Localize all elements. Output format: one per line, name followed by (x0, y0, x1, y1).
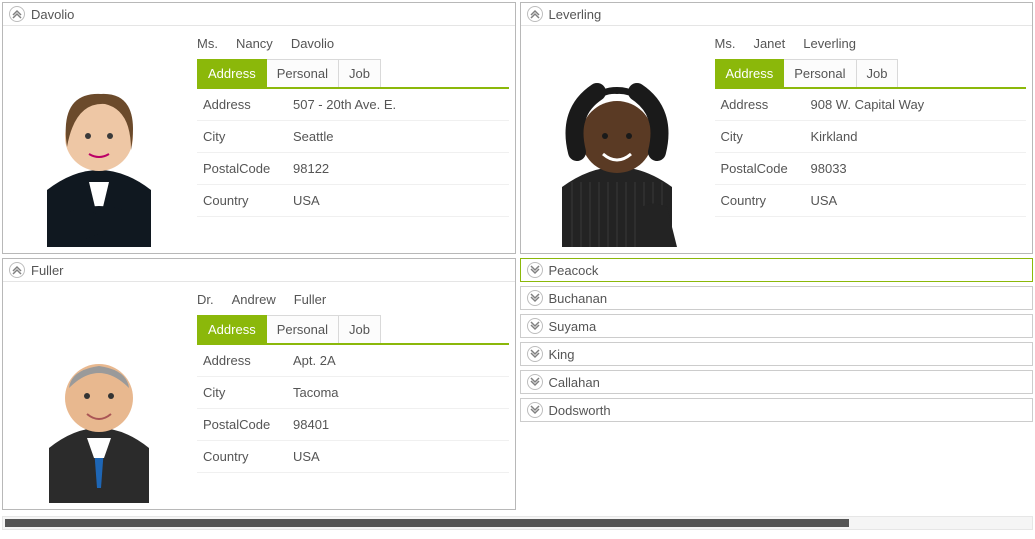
label-postal: PostalCode (197, 153, 287, 185)
accordion-header[interactable]: Callahan (521, 371, 1033, 393)
tab-address[interactable]: Address (197, 315, 267, 343)
label-country: Country (197, 441, 287, 473)
value-city: Seattle (287, 121, 509, 153)
accordion-item: Dodsworth (520, 398, 1034, 422)
scrollbar-thumb[interactable] (5, 519, 849, 527)
accordion-title: Callahan (549, 375, 600, 390)
address-grid: Address908 W. Capital Way CityKirkland P… (715, 89, 1027, 217)
accordion-title: Fuller (31, 263, 64, 278)
employee-photo (9, 288, 189, 503)
tab-job[interactable]: Job (339, 59, 381, 87)
collapse-toggle[interactable] (9, 262, 25, 278)
expand-toggle[interactable] (527, 374, 543, 390)
value-city: Kirkland (805, 121, 1027, 153)
expand-toggle[interactable] (527, 290, 543, 306)
accordion-item: Peacock (520, 258, 1034, 282)
accordion-title: Leverling (549, 7, 602, 22)
accordion-header[interactable]: Dodsworth (521, 399, 1033, 421)
label-city: City (715, 121, 805, 153)
expand-toggle[interactable] (527, 262, 543, 278)
tab-address[interactable]: Address (197, 59, 267, 87)
expand-toggle[interactable] (527, 402, 543, 418)
accordion-body: Dr. Andrew Fuller Address Personal Job A… (3, 281, 515, 509)
accordion-item: Callahan (520, 370, 1034, 394)
tab-address[interactable]: Address (715, 59, 785, 87)
collapse-toggle[interactable] (527, 6, 543, 22)
accordion-item: Buchanan (520, 286, 1034, 310)
detail-tabs: Address Personal Job (197, 315, 509, 345)
accordion-header[interactable]: Suyama (521, 315, 1033, 337)
tab-personal[interactable]: Personal (267, 315, 339, 343)
label-country: Country (197, 185, 287, 217)
accordion-container: Davolio Ms. Nancy Davolio Address Person… (2, 2, 1033, 510)
value-city: Tacoma (287, 377, 509, 409)
accordion-body: Ms. Nancy Davolio Address Personal Job A… (3, 25, 515, 253)
value-country: USA (287, 441, 509, 473)
address-grid: Address507 - 20th Ave. E. CitySeattle Po… (197, 89, 509, 217)
label-city: City (197, 377, 287, 409)
expand-toggle[interactable] (527, 346, 543, 362)
label-city: City (197, 121, 287, 153)
accordion-header[interactable]: Peacock (521, 259, 1033, 281)
accordion-item: King (520, 342, 1034, 366)
accordion-title: Peacock (549, 263, 599, 278)
value-address: 507 - 20th Ave. E. (287, 89, 509, 121)
accordion-title: King (549, 347, 575, 362)
value-postal: 98122 (287, 153, 509, 185)
accordion-item: Fuller Dr. Andrew Fuller Address Perso (2, 258, 516, 510)
accordion-header[interactable]: Fuller (3, 259, 515, 281)
tab-personal[interactable]: Personal (784, 59, 856, 87)
address-grid: AddressApt. 2A CityTacoma PostalCode9840… (197, 345, 509, 473)
detail-tabs: Address Personal Job (197, 59, 509, 89)
value-address: Apt. 2A (287, 345, 509, 377)
label-address: Address (715, 89, 805, 121)
employee-name: Ms. Nancy Davolio (197, 32, 509, 59)
detail-tabs: Address Personal Job (715, 59, 1027, 89)
accordion-header[interactable]: Buchanan (521, 287, 1033, 309)
tab-personal[interactable]: Personal (267, 59, 339, 87)
accordion-title: Suyama (549, 319, 597, 334)
accordion-header[interactable]: King (521, 343, 1033, 365)
expand-toggle[interactable] (527, 318, 543, 334)
accordion-title: Dodsworth (549, 403, 611, 418)
horizontal-scrollbar[interactable] (2, 516, 1033, 530)
accordion-header[interactable]: Davolio (3, 3, 515, 25)
accordion-title: Buchanan (549, 291, 608, 306)
employee-photo (527, 32, 707, 247)
employee-name: Ms. Janet Leverling (715, 32, 1027, 59)
label-address: Address (197, 89, 287, 121)
employee-name: Dr. Andrew Fuller (197, 288, 509, 315)
employee-photo (9, 32, 189, 247)
accordion-item: Leverling Ms. Janet Leverling Addr (520, 2, 1034, 254)
accordion-item: Suyama (520, 314, 1034, 338)
label-postal: PostalCode (197, 409, 287, 441)
label-address: Address (197, 345, 287, 377)
accordion-body: Ms. Janet Leverling Address Personal Job… (521, 25, 1033, 253)
value-country: USA (287, 185, 509, 217)
value-address: 908 W. Capital Way (805, 89, 1027, 121)
accordion-header[interactable]: Leverling (521, 3, 1033, 25)
value-postal: 98033 (805, 153, 1027, 185)
label-country: Country (715, 185, 805, 217)
value-country: USA (805, 185, 1027, 217)
collapse-toggle[interactable] (9, 6, 25, 22)
value-postal: 98401 (287, 409, 509, 441)
label-postal: PostalCode (715, 153, 805, 185)
accordion-item: Davolio Ms. Nancy Davolio Address Person… (2, 2, 516, 254)
tab-job[interactable]: Job (339, 315, 381, 343)
tab-job[interactable]: Job (857, 59, 899, 87)
accordion-title: Davolio (31, 7, 74, 22)
